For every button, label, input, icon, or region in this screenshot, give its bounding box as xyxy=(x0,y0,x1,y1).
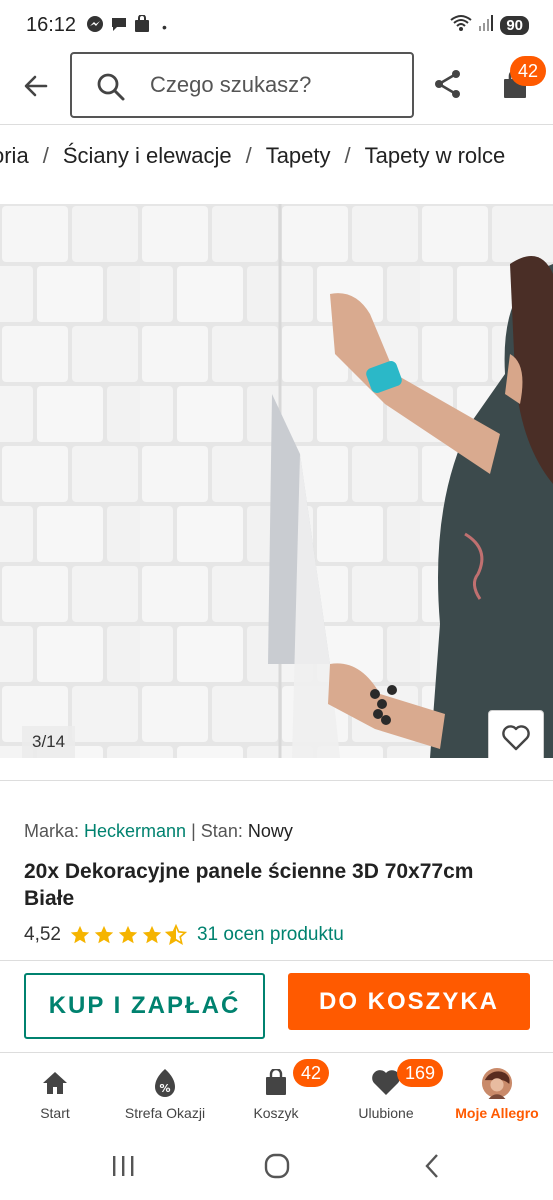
status-bar: 16:12 • 90 xyxy=(0,0,553,52)
status-dot: • xyxy=(162,18,167,35)
favorite-button[interactable] xyxy=(488,710,544,758)
breadcrumb-item[interactable]: oria xyxy=(0,143,29,169)
header-cart-badge: 42 xyxy=(510,56,546,86)
ratings-link[interactable]: 31 ocen produktu xyxy=(197,924,344,946)
rating-stars xyxy=(69,924,187,946)
star-icon xyxy=(70,925,90,944)
nav-label: Start xyxy=(40,1105,70,1121)
cart-icon xyxy=(260,1067,292,1099)
nav-deals[interactable]: % Strefa Okazji xyxy=(110,1053,220,1131)
star-icon xyxy=(94,925,114,944)
status-notifications: • xyxy=(86,14,167,38)
search-header xyxy=(0,52,553,122)
add-to-cart-button[interactable]: DO KOSZYKA xyxy=(288,973,530,1030)
breadcrumb-separator: / xyxy=(42,143,49,168)
search-box[interactable] xyxy=(70,52,414,118)
recent-apps-icon xyxy=(113,1156,134,1176)
rating-row: 4,52 31 ocen produktu xyxy=(24,924,344,946)
signal-icon xyxy=(478,14,494,37)
heart-outline-icon xyxy=(502,725,530,751)
product-title: 20x Dekoracyjne panele ścienne 3D 70x77c… xyxy=(24,860,474,910)
discount-icon: % xyxy=(149,1067,181,1099)
breadcrumb-separator: / xyxy=(344,143,351,168)
nav-label: Ulubione xyxy=(358,1105,414,1121)
brand-label: Marka: xyxy=(24,821,80,841)
status-system: 90 xyxy=(450,14,529,37)
battery-icon: 90 xyxy=(500,16,529,35)
nav-favorites[interactable]: 169 Ulubione xyxy=(331,1053,444,1131)
breadcrumb-item[interactable]: Tapety xyxy=(266,143,331,169)
breadcrumb-separator: / xyxy=(245,143,252,168)
shopping-bag-icon xyxy=(134,14,150,38)
share-button[interactable] xyxy=(432,68,468,104)
system-back-button[interactable] xyxy=(412,1150,452,1182)
messenger-icon xyxy=(86,15,104,38)
nav-cart[interactable]: 42 Koszyk xyxy=(221,1053,331,1131)
meta-separator: | xyxy=(191,821,196,841)
status-time: 16:12 xyxy=(26,14,77,36)
divider xyxy=(0,780,553,781)
chevron-left-icon xyxy=(425,1154,438,1178)
wifi-icon xyxy=(450,14,472,37)
share-icon xyxy=(435,70,460,98)
rating-value: 4,52 xyxy=(24,924,61,945)
condition-label: Stan: xyxy=(200,821,243,841)
product-image xyxy=(0,204,553,758)
product-image-gallery[interactable]: 3/14 xyxy=(0,204,553,758)
breadcrumb-item[interactable]: Tapety w rolce xyxy=(365,143,506,169)
product-meta: Marka: Heckermann | Stan: Nowy xyxy=(24,821,293,842)
star-icon xyxy=(142,925,162,944)
nav-label: Moje Allegro xyxy=(455,1105,539,1121)
buy-now-button[interactable]: KUP I ZAPŁAĆ xyxy=(24,973,265,1039)
brand-link[interactable]: Heckermann xyxy=(84,821,186,841)
star-half-icon xyxy=(164,924,187,945)
nav-label: Koszyk xyxy=(253,1105,299,1121)
back-button[interactable] xyxy=(18,68,54,104)
nav-start[interactable]: Start xyxy=(0,1053,110,1131)
home-button[interactable] xyxy=(257,1150,297,1182)
star-icon xyxy=(118,925,138,944)
chat-icon xyxy=(110,15,128,38)
home-icon xyxy=(39,1067,71,1099)
nav-my-allegro[interactable]: Moje Allegro xyxy=(442,1053,552,1131)
condition-value: Nowy xyxy=(247,821,293,841)
bottom-navigation: Start % Strefa Okazji 42 Koszyk 169 Ulub… xyxy=(0,1052,553,1130)
arrow-left-icon xyxy=(24,75,48,97)
divider xyxy=(0,960,553,961)
breadcrumb: oria / Ściany i elewacje / Tapety / Tape… xyxy=(0,124,553,190)
breadcrumb-item[interactable]: Ściany i elewacje xyxy=(63,143,232,169)
recent-apps-button[interactable] xyxy=(103,1150,143,1182)
home-circle-icon xyxy=(264,1153,290,1179)
image-counter: 3/14 xyxy=(22,726,76,758)
search-icon xyxy=(97,73,125,101)
nav-label: Strefa Okazji xyxy=(124,1105,206,1121)
search-input[interactable] xyxy=(150,70,400,100)
avatar-icon xyxy=(481,1067,513,1099)
svg-text:%: % xyxy=(159,1082,170,1095)
system-navigation xyxy=(0,1132,553,1200)
cart-count-badge: 42 xyxy=(293,1059,330,1087)
favorites-count-badge: 169 xyxy=(397,1059,444,1087)
